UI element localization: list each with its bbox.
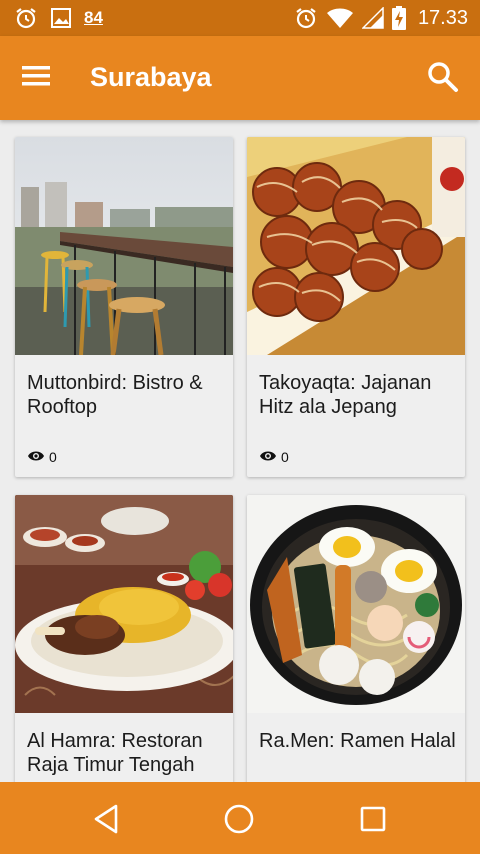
place-title: Al Hamra: Restoran Raja Timur Tengah	[27, 730, 203, 776]
place-title: Takoyaqta: Jajanan Hitz ala Jepang	[259, 372, 432, 418]
image-icon	[50, 7, 72, 29]
place-card[interactable]: Takoyaqta: Jajanan Hitz ala Jepang 0	[247, 137, 465, 477]
places-grid: Muttonbird: Bistro & Rooftop 0 Takoyaqta…	[0, 120, 480, 782]
home-icon[interactable]	[222, 802, 256, 836]
ramen-bowl-photo	[247, 495, 465, 713]
signal-icon	[361, 7, 384, 29]
status-bar: 84 17.33	[0, 0, 480, 36]
hamburger-menu-icon[interactable]	[20, 62, 54, 94]
eye-icon	[27, 449, 45, 465]
place-card[interactable]: Al Hamra: Restoran Raja Timur Tengah 0	[15, 495, 233, 782]
place-title: Ra.Men: Ramen Halal	[259, 730, 456, 752]
system-nav-bar	[0, 782, 480, 854]
view-count: 0	[259, 449, 289, 465]
alarm-icon	[294, 6, 318, 30]
battery-charging-icon	[391, 6, 406, 30]
takoyaki-photo	[247, 137, 465, 355]
search-icon[interactable]	[426, 60, 460, 94]
alarm-icon	[14, 6, 38, 30]
view-count: 0	[27, 449, 57, 465]
eye-icon	[259, 449, 277, 465]
notification-count: 84	[84, 8, 103, 27]
wifi-icon	[326, 7, 354, 29]
status-clock: 17.33	[417, 6, 468, 29]
view-count-value: 0	[281, 449, 289, 465]
page-title: Surabaya	[90, 62, 212, 92]
status-right: 17.33	[294, 6, 468, 30]
place-card[interactable]: Muttonbird: Bistro & Rooftop 0	[15, 137, 233, 477]
status-left: 84	[14, 6, 103, 30]
place-card[interactable]: Ra.Men: Ramen Halal 0	[247, 495, 465, 782]
back-icon[interactable]	[90, 802, 124, 836]
rooftop-bar-photo	[15, 137, 233, 355]
place-title: Muttonbird: Bistro & Rooftop	[27, 372, 203, 418]
view-count-value: 0	[49, 449, 57, 465]
recents-icon[interactable]	[356, 802, 390, 836]
kebuli-rice-photo	[15, 495, 233, 713]
app-bar: Surabaya	[0, 36, 480, 120]
